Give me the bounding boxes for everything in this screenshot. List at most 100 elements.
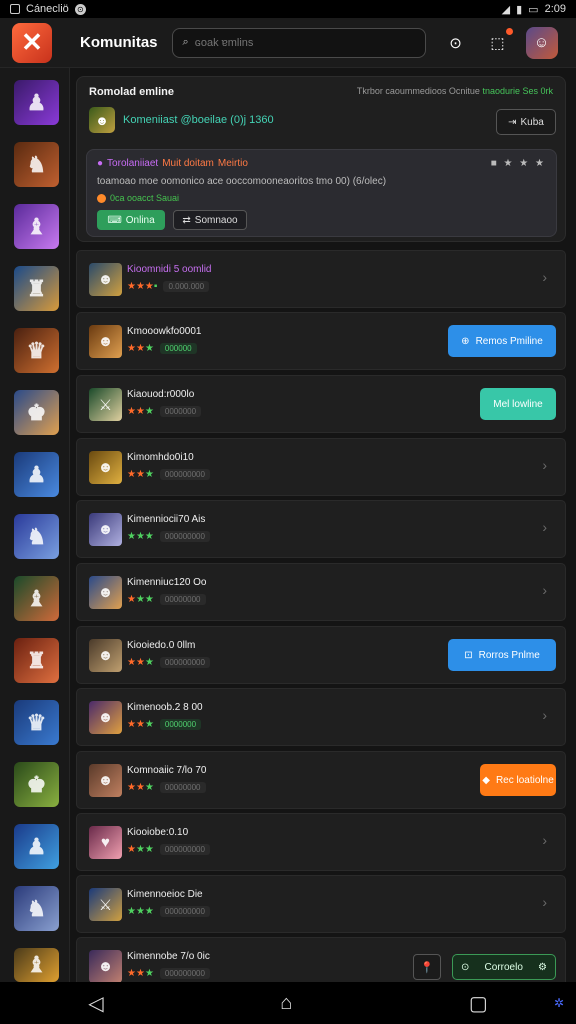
player-rating: ★★★ 0000000 xyxy=(127,719,202,730)
search-input[interactable] xyxy=(194,36,395,49)
app-header: ✕ Komunitas ⌕ ⊙ ⬚ ☺ xyxy=(0,18,576,68)
teal-action-button[interactable]: Mel lowline xyxy=(480,388,556,420)
controller-icon: ⊕ xyxy=(461,335,470,347)
list-item[interactable]: ⚔ Kiaouod:r000lo ★★★ 0000000 Mel lowline xyxy=(76,375,566,433)
list-item[interactable]: ☻ Kiooiedo.0 0llm ★★★ 000000000 ⊡ Rorros… xyxy=(76,626,566,684)
sidebar-avatar-7[interactable]: ♟ xyxy=(14,452,59,497)
player-name: Kimennobe 7/o 0ic xyxy=(127,951,210,962)
sidebar-avatar-15[interactable]: ♝ xyxy=(14,948,59,982)
list-item[interactable]: ♥ Kiooiobe:0.10 ★★★ 000000000 › xyxy=(76,813,566,871)
notification-square-icon xyxy=(10,4,20,14)
panel-btn-icon: ⇥ xyxy=(508,116,517,128)
status-left-text: Cánecliö xyxy=(26,3,69,15)
panel-action-button[interactable]: ⇥ Kuba xyxy=(496,109,556,135)
player-avatar: ☻ xyxy=(89,451,122,484)
gamepad-icon: ⌨ xyxy=(107,214,122,226)
player-rating: ★★★ 000000000 xyxy=(127,968,210,979)
panel-title: Romolad emline xyxy=(89,86,174,98)
player-rating: ★★★ 000000000 xyxy=(127,906,210,917)
player-name: Kioomnidi 5 oomlid xyxy=(127,264,212,275)
player-rating: ★★★ 0000000 xyxy=(127,406,202,417)
connect-button[interactable]: ⊙ Corroelo ⚙ xyxy=(452,954,556,980)
status-circle-icon: ⊙ xyxy=(74,3,86,15)
player-avatar: ⚔ xyxy=(89,388,122,421)
online-card-status: 0ca ooacct Sauai xyxy=(97,193,179,203)
list-item[interactable]: ☻ Kimenniuc120 Oo ★★★ 00000000 › xyxy=(76,563,566,621)
panel-avatar: ☻ xyxy=(89,107,115,133)
player-rating: ★★★▪ 0.000.000 xyxy=(127,281,210,292)
sidebar-avatar-11[interactable]: ♛ xyxy=(14,700,59,745)
player-name: Kimenoob.2 8 00 xyxy=(127,702,203,713)
player-rating: ★★★ 000000000 xyxy=(127,469,210,480)
player-rating: ★★★ 000000 xyxy=(127,343,197,354)
player-name: Kimennoeioc Die xyxy=(127,889,203,900)
secondary-button[interactable]: ⇄ Somnaoo xyxy=(173,210,247,230)
player-avatar: ☻ xyxy=(89,263,122,296)
list-item[interactable]: ⚔ Kimennoeioc Die ★★★ 000000000 › xyxy=(76,875,566,933)
link-icon: ⇄ xyxy=(182,214,191,226)
sidebar-avatar-12[interactable]: ♚ xyxy=(14,762,59,807)
player-avatar: ☻ xyxy=(89,701,122,734)
sidebar-avatar-4[interactable]: ♜ xyxy=(14,266,59,311)
list-item[interactable]: ☻ Kimomhdo0i10 ★★★ 000000000 › xyxy=(76,438,566,496)
sidebar-avatar-8[interactable]: ♞ xyxy=(14,514,59,559)
system-nav-bar: ◁ ⌂ ▢ ✲ xyxy=(0,982,576,1024)
profile-avatar[interactable]: ☺ xyxy=(525,26,558,59)
purple-dot-icon: ● xyxy=(97,158,104,169)
panel-meta: Tkrbor caoummedioos Ocnitue tnaodurie Se… xyxy=(356,86,553,96)
wifi-icon: ◢ xyxy=(501,3,511,16)
settings-icon[interactable]: ⊙ xyxy=(442,29,470,57)
player-name: Kiooiedo.0 0llm xyxy=(127,640,196,651)
sidebar-avatar-13[interactable]: ♟ xyxy=(14,824,59,869)
play-online-button[interactable]: ⊕ Remos Pmiline xyxy=(448,325,556,357)
chevron-right-icon[interactable]: › xyxy=(542,707,547,723)
orange-action-button[interactable]: ◆ Rec loatiolne xyxy=(480,764,556,796)
card-rating-icons: ■ ★ ★ ★ xyxy=(490,158,546,169)
chevron-right-icon[interactable]: › xyxy=(542,832,547,848)
chevron-right-icon[interactable]: › xyxy=(542,519,547,535)
sidebar-avatar-10[interactable]: ♜ xyxy=(14,638,59,683)
chevron-right-icon[interactable]: › xyxy=(542,894,547,910)
chevron-right-icon[interactable]: › xyxy=(542,269,547,285)
chevron-right-icon[interactable]: › xyxy=(542,582,547,598)
list-item[interactable]: ☻ Kimenoob.2 8 00 ★★★ 0000000 › xyxy=(76,688,566,746)
sidebar-avatar-5[interactable]: ♛ xyxy=(14,328,59,373)
gem-icon: ◆ xyxy=(482,774,490,786)
list-item[interactable]: ☻ Kimenniocii70 Ais ★★★ 000000000 › xyxy=(76,500,566,558)
player-avatar: ☻ xyxy=(89,513,122,546)
app-logo[interactable]: ✕ xyxy=(12,22,52,63)
list-item[interactable]: ☻ Kmooowkfo0001 ★★★ 000000 ⊕ Remos Pmili… xyxy=(76,312,566,370)
player-avatar: ♥ xyxy=(89,826,122,859)
player-avatar: ☻ xyxy=(89,639,122,672)
list-item[interactable]: ☻ Kioomnidi 5 oomlid ★★★▪ 0.000.000 › xyxy=(76,250,566,308)
notification-icon[interactable]: ⬚ xyxy=(484,27,513,57)
chevron-right-icon[interactable]: › xyxy=(542,457,547,473)
list-item[interactable]: ☻ Komnoaiic 7/lo 70 ★★★ 00000000 ◆ Rec l… xyxy=(76,751,566,809)
sidebar-avatar-2[interactable]: ♞ xyxy=(14,142,59,187)
sidebar-avatar-14[interactable]: ♞ xyxy=(14,886,59,931)
controller-icon: ⊡ xyxy=(464,649,473,661)
sidebar-avatar-3[interactable]: ♝ xyxy=(14,204,59,249)
player-rating: ★★★ 00000000 xyxy=(127,782,206,793)
player-name: Kimomhdo0i10 xyxy=(127,452,194,463)
player-name: Kiaouod:r000lo xyxy=(127,389,195,400)
player-avatar: ☻ xyxy=(89,950,122,983)
pin-button[interactable]: 📍 xyxy=(413,954,441,980)
online-button[interactable]: ⌨ Onlina xyxy=(97,210,165,230)
sidebar-avatar-1[interactable]: ♟ xyxy=(14,80,59,125)
player-name: Komnoaiic 7/lo 70 xyxy=(127,765,207,776)
recents-icon[interactable]: ▢ xyxy=(469,991,488,1016)
accessibility-icon[interactable]: ✲ xyxy=(554,996,564,1010)
sidebar-avatar-6[interactable]: ♚ xyxy=(14,390,59,435)
home-icon[interactable]: ⌂ xyxy=(280,992,292,1015)
back-icon[interactable]: ◁ xyxy=(88,991,103,1016)
online-card-description: toamoao moe oomonico ace ooccomooneaorit… xyxy=(97,176,387,187)
play-online-button[interactable]: ⊡ Rorros Pnlme xyxy=(448,639,556,671)
search-bar[interactable]: ⌕ xyxy=(171,27,426,58)
panel-subtitle: ☻ Komeniiast @boeilae (0)j 1360 xyxy=(89,107,274,133)
sidebar-avatar-9[interactable]: ♝ xyxy=(14,576,59,621)
player-avatar: ☻ xyxy=(89,325,122,358)
status-dot-icon xyxy=(97,193,106,203)
status-bar: Cánecliö ⊙ ◢ ▮ ▭ 2:09 xyxy=(0,0,576,18)
player-rating: ★★★ 000000000 xyxy=(127,844,210,855)
